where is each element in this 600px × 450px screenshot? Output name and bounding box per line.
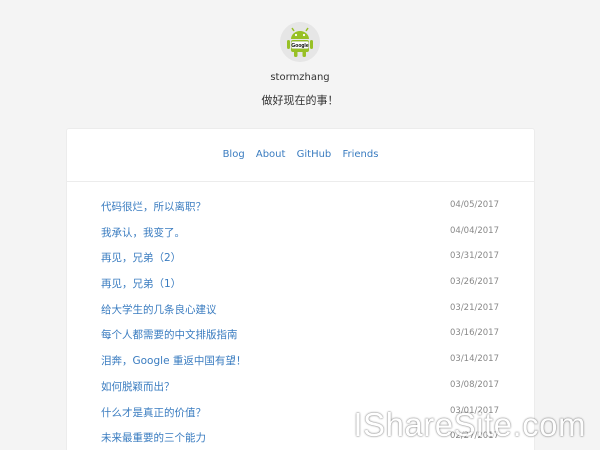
list-item: 泪奔，Google 重返中国有望！ 03/14/2017: [101, 349, 501, 375]
post-title-link[interactable]: 如何脱颖而出？: [101, 379, 175, 394]
nav-link-about[interactable]: About: [256, 149, 286, 160]
post-date: 04/05/2017: [450, 200, 499, 210]
post-date: 03/21/2017: [450, 302, 499, 313]
post-title-link[interactable]: 每个人都需要的中文排版指南: [101, 327, 238, 342]
content-card: Blog About GitHub Friends 代码很烂，所以离职？ 04/…: [66, 128, 535, 450]
list-item: 如何脱颖而出？ 03/08/2017: [101, 375, 501, 401]
main-nav: Blog About GitHub Friends: [67, 149, 534, 160]
avatar-text: Google: [291, 43, 308, 49]
post-date: 03/08/2017: [450, 379, 499, 390]
post-date: 03/31/2017: [450, 251, 499, 262]
post-title-link[interactable]: 给大学生的几条良心建议: [101, 302, 217, 317]
post-title-link[interactable]: 再见，兄弟（2）: [101, 250, 181, 265]
nav-link-friends[interactable]: Friends: [342, 149, 378, 160]
android-google-avatar-icon: Google: [280, 22, 320, 62]
nav-link-github[interactable]: GitHub: [297, 149, 332, 160]
list-item: 我承认，我变了。 04/04/2017: [101, 221, 501, 247]
post-title-link[interactable]: 我承认，我变了。: [101, 225, 185, 240]
list-item: 给大学生的几条良心建议 03/21/2017: [101, 298, 501, 324]
post-title-link[interactable]: 什么才是真正的价值？: [101, 405, 206, 420]
post-date: 03/16/2017: [450, 328, 499, 339]
tagline: 做好现在的事！: [261, 94, 339, 107]
post-title-link[interactable]: 代码很烂，所以离职？: [101, 199, 206, 214]
post-date: 03/26/2017: [450, 277, 499, 288]
post-date: 04/04/2017: [450, 225, 499, 236]
nav-link-blog[interactable]: Blog: [223, 149, 245, 160]
post-title-link[interactable]: 未来最重要的三个能力: [101, 430, 206, 445]
list-item: 代码很烂，所以离职？ 04/05/2017: [101, 195, 501, 221]
list-item: 再见，兄弟（1） 03/26/2017: [101, 272, 501, 298]
nav-divider: [67, 181, 534, 182]
post-date: 03/14/2017: [450, 354, 499, 365]
site-watermark: IShareSite.com: [353, 406, 586, 443]
list-item: 再见，兄弟（2） 03/31/2017: [101, 246, 501, 272]
post-title-link[interactable]: 再见，兄弟（1）: [101, 276, 181, 291]
username: stormzhang: [270, 72, 330, 83]
avatar: Google: [280, 22, 320, 62]
post-title-link[interactable]: 泪奔，Google 重返中国有望！: [101, 353, 246, 368]
list-item: 每个人都需要的中文排版指南 03/16/2017: [101, 323, 501, 349]
